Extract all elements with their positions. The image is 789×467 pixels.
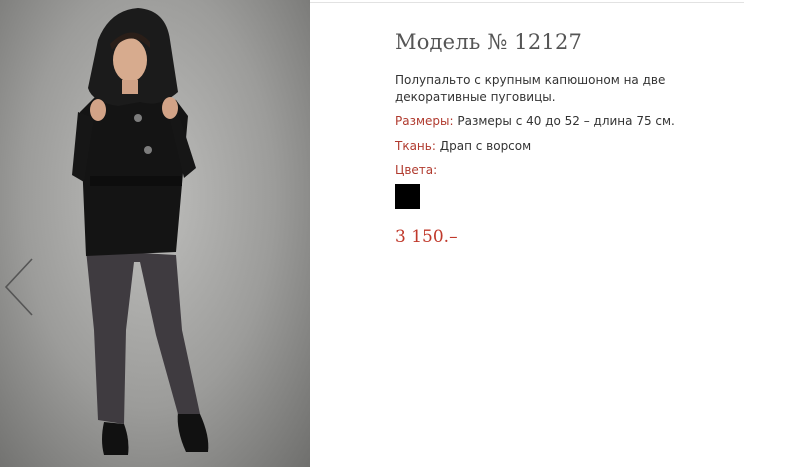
sizes-label: Размеры: xyxy=(395,114,454,128)
sizes-row: Размеры: Размеры с 40 до 52 – длина 75 с… xyxy=(395,113,755,130)
top-divider xyxy=(310,2,744,3)
colors-label: Цвета: xyxy=(395,163,438,177)
color-swatch-black[interactable] xyxy=(395,184,420,209)
fabric-label: Ткань: xyxy=(395,139,436,153)
product-photo xyxy=(0,0,310,467)
chevron-left-icon[interactable] xyxy=(2,255,38,319)
fabric-value: Драп с ворсом xyxy=(439,139,532,153)
sizes-value: Размеры с 40 до 52 – длина 75 см. xyxy=(457,114,675,128)
product-price: 3 150.– xyxy=(395,227,458,247)
product-details: Модель № 12127 Полупальто с крупным капю… xyxy=(395,30,755,247)
product-title: Модель № 12127 xyxy=(395,30,583,54)
model-image xyxy=(72,8,209,455)
fabric-row: Ткань: Драп с ворсом xyxy=(395,138,755,155)
product-description: Полупальто с крупным капюшоном на две де… xyxy=(395,73,666,104)
